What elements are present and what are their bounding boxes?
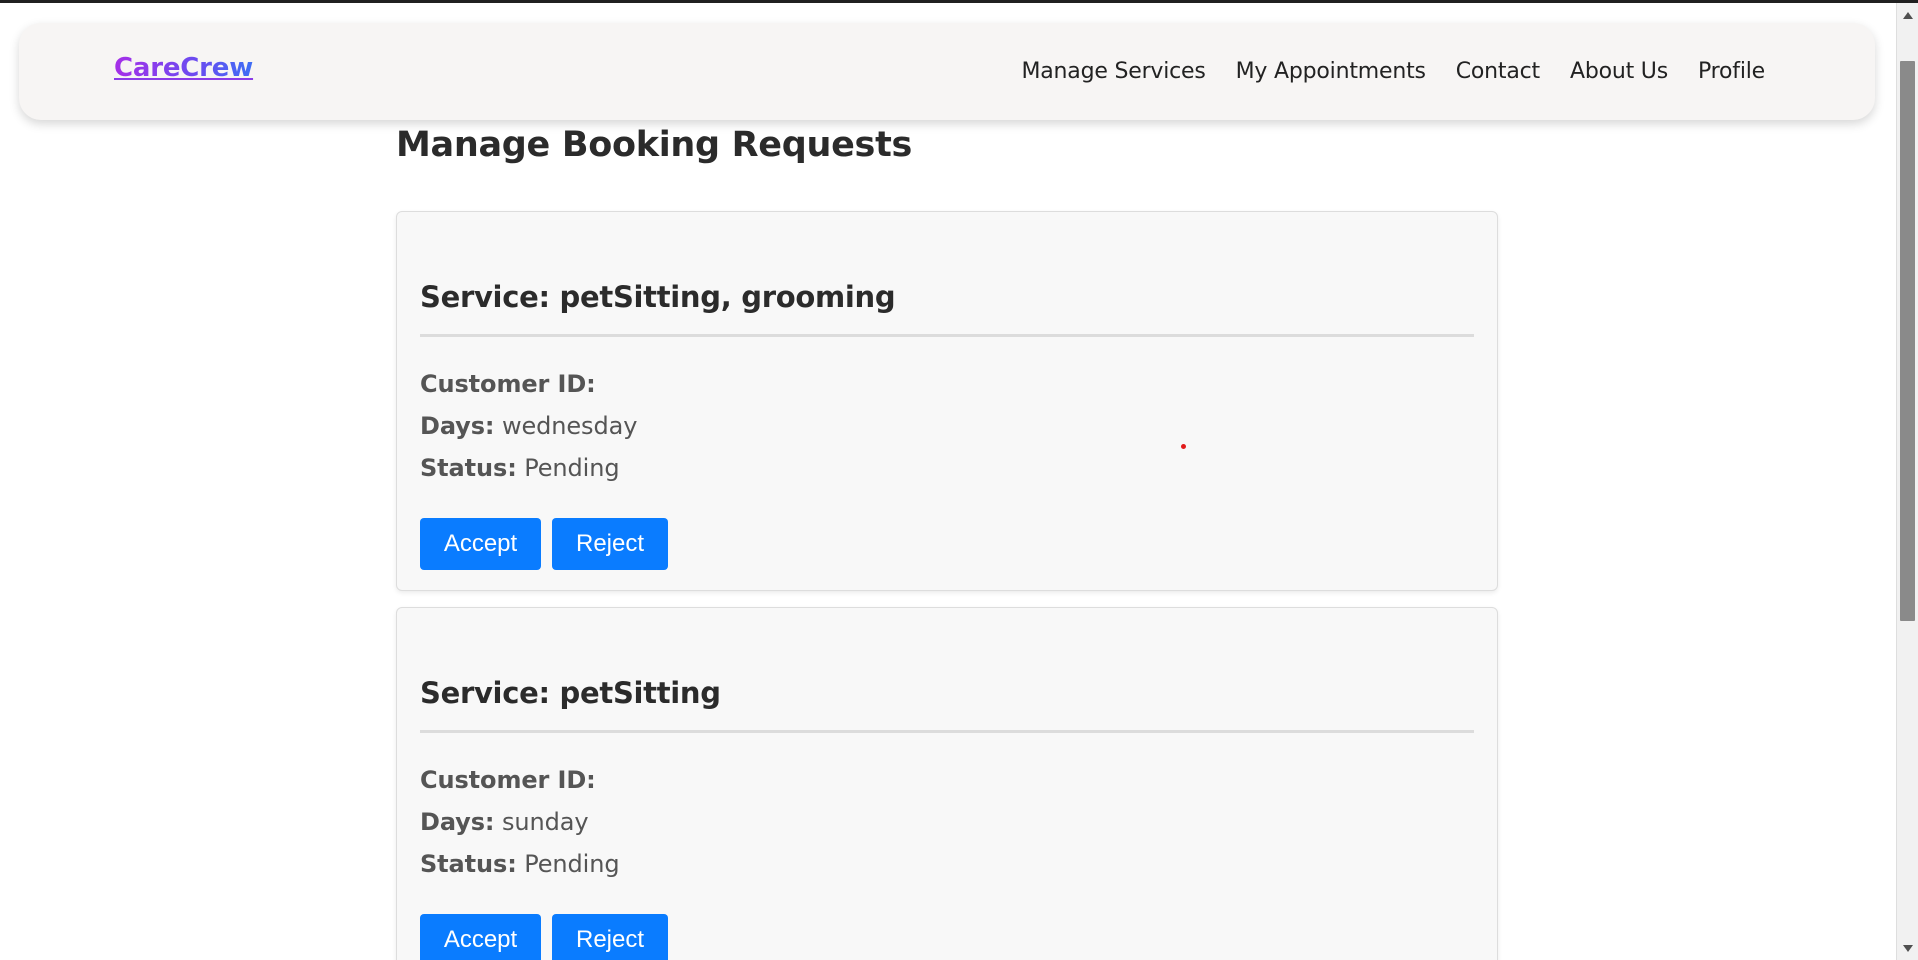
booking-days: Days: sunday [420, 808, 589, 836]
scroll-down-arrow-icon[interactable] [1897, 938, 1918, 958]
booking-status: Status: Pending [420, 454, 620, 482]
status-value: Pending [524, 850, 620, 878]
card-divider [420, 334, 1474, 337]
customer-id-label: Customer ID: [420, 766, 596, 794]
booking-service-title: Service: petSitting [420, 676, 721, 710]
vertical-scrollbar[interactable] [1896, 3, 1918, 960]
nav-link-profile[interactable]: Profile [1698, 59, 1765, 84]
status-label: Status: [420, 850, 517, 878]
nav-link-contact[interactable]: Contact [1456, 59, 1540, 84]
booking-list: Service: petSitting, grooming Customer I… [396, 211, 1500, 960]
status-label: Status: [420, 454, 517, 482]
nav-link-about-us[interactable]: About Us [1570, 59, 1668, 84]
reject-button[interactable]: Reject [552, 518, 668, 570]
booking-service-title: Service: petSitting, grooming [420, 280, 896, 314]
nav-link-my-appointments[interactable]: My Appointments [1236, 59, 1426, 84]
main-content: Manage Booking Requests Service: petSitt… [396, 123, 1500, 960]
accept-button[interactable]: Accept [420, 518, 541, 570]
booking-days: Days: wednesday [420, 412, 637, 440]
customer-id-label: Customer ID: [420, 370, 596, 398]
booking-card: Service: petSitting Customer ID: Days: s… [396, 607, 1498, 960]
browser-frame: CareCrew Manage Services My Appointments… [0, 0, 1918, 960]
status-value: Pending [524, 454, 620, 482]
scrollbar-thumb[interactable] [1900, 61, 1915, 621]
booking-card: Service: petSitting, grooming Customer I… [396, 211, 1498, 591]
navbar: CareCrew Manage Services My Appointments… [19, 23, 1875, 120]
days-label: Days: [420, 808, 495, 836]
page-viewport: CareCrew Manage Services My Appointments… [0, 3, 1896, 960]
page-title: Manage Booking Requests [396, 125, 913, 165]
scroll-up-arrow-icon[interactable] [1897, 5, 1918, 25]
booking-status: Status: Pending [420, 850, 620, 878]
accept-button[interactable]: Accept [420, 914, 541, 960]
reject-button[interactable]: Reject [552, 914, 668, 960]
card-divider [420, 730, 1474, 733]
cursor-marker-dot [1181, 444, 1186, 449]
days-value: sunday [501, 808, 589, 836]
days-label: Days: [420, 412, 495, 440]
nav-link-manage-services[interactable]: Manage Services [1021, 59, 1205, 84]
nav-links: Manage Services My Appointments Contact … [1021, 59, 1765, 84]
booking-customer-id: Customer ID: [420, 370, 596, 398]
days-value: wednesday [501, 412, 638, 440]
brand-logo-link[interactable]: CareCrew [114, 53, 253, 83]
booking-customer-id: Customer ID: [420, 766, 596, 794]
